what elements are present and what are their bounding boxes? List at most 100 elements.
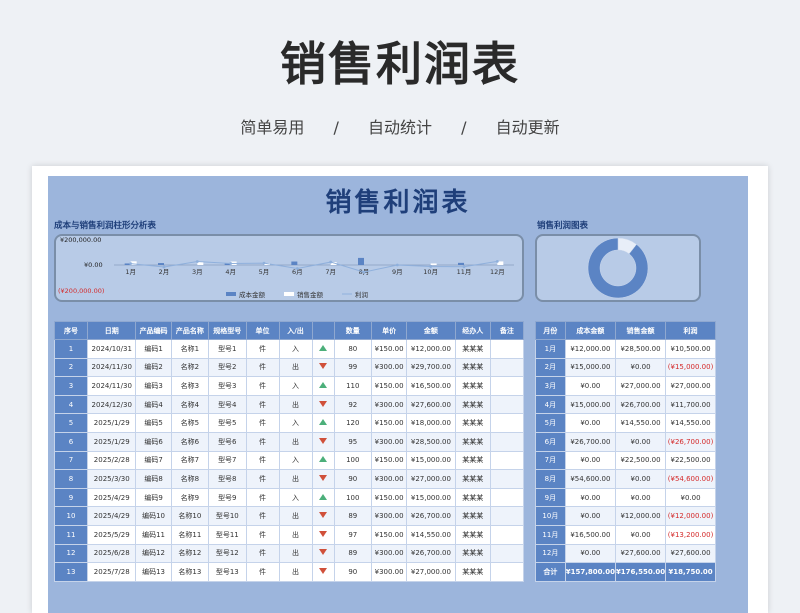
profit-line [130,260,498,273]
table-row[interactable]: 8 2025/3/30 编码8 名称8 型号8 件出 90 ¥300.00 ¥27,000.00… [53,469,525,489]
note-cell [489,506,525,526]
name-cell: 名称12 [170,543,210,564]
column-header[interactable]: 经办人 [454,321,491,340]
column-header[interactable]: 产品编码 [135,321,172,340]
date-cell: 2025/6/28 [87,543,137,564]
column-header[interactable]: 单价 [370,321,408,340]
table-row[interactable]: 12月 ¥0.00 ¥27,600.00 ¥27,600.00 [535,543,716,564]
sales-cell: ¥0.00 [614,524,667,545]
column-header[interactable]: 数量 [333,321,372,340]
table-row[interactable]: 10 2025/4/29 编码10 名称10 型号10 件出 89 ¥300.00 ¥26,70… [53,506,525,526]
table-row[interactable]: 11 2025/5/29 编码11 名称11 型号11 件出 97 ¥150.00 ¥14,55… [53,524,525,545]
qty-cell: 89 [333,506,372,526]
column-header[interactable]: 金额 [406,321,456,340]
x-tick-label: 2月 [159,268,170,276]
table-row[interactable]: 4 2024/12/30 编码4 名称4 型号4 件出 92 ¥300.00 ¥27,600.0… [53,394,525,415]
bar-chart-panel[interactable]: ¥200,000.00 ¥0.00 (¥200,000.00) 1月 2月 3月 4月 5月 6… [54,234,524,302]
month-cell: 2月 [535,357,566,378]
table-row[interactable]: 8月 ¥54,600.00 ¥0.00 (¥54,600.00) [535,469,716,489]
price-cell: ¥300.00 [370,394,408,415]
table-row[interactable]: 9月 ¥0.00 ¥0.00 ¥0.00 [535,487,716,508]
triangle-up-icon [319,344,328,351]
table-row[interactable]: 1 2024/10/31 编码1 名称1 型号1 件入 80 ¥150.00 ¥12,000.0… [53,339,525,359]
qty-cell: 120 [333,413,372,433]
table-row[interactable]: 13 2025/7/28 编码13 名称13 型号13 件出 90 ¥300.00 ¥27,00… [53,562,525,582]
io-cell: 出 [278,469,313,489]
table-row[interactable]: 2月 ¥15,000.00 ¥0.00 (¥15,000.00) [535,357,716,378]
qty-cell: 95 [333,431,372,452]
line-point[interactable] [462,265,466,269]
line-point[interactable] [129,262,133,266]
table-row[interactable]: 1月 ¥12,000.00 ¥28,500.00 ¥10,500.00 [535,339,716,359]
line-point[interactable] [429,265,433,268]
table-header-row: 序号 日期 产品编码 产品名称 规格型号 单位 入/出 数量 单价 金额 经办人 备注 [53,321,525,340]
column-header[interactable]: 月份 [535,321,566,340]
column-header[interactable]: 产品名称 [170,321,210,340]
table-row[interactable]: 12 2025/6/28 编码12 名称12 型号12 件出 89 ¥300.00 ¥26,70… [53,543,525,564]
table-row[interactable]: 10月 ¥0.00 ¥12,000.00 (¥12,000.00) [535,506,716,526]
line-point[interactable] [229,262,233,265]
name-cell: 名称13 [170,562,210,582]
line-point[interactable] [329,260,333,264]
line-point[interactable] [362,270,366,274]
line-point[interactable] [262,261,266,265]
table-row[interactable]: 4月 ¥15,000.00 ¥26,700.00 ¥11,700.00 [535,394,716,415]
column-header[interactable]: 入/出 [278,321,313,340]
date-cell: 2025/4/29 [87,506,137,526]
column-header[interactable] [311,321,335,340]
column-header[interactable]: 销售金额 [614,321,667,340]
column-header[interactable]: 规格型号 [208,321,247,340]
monthly-summary-table: 月份 成本金额 销售金额 利润 1月 ¥12,000.00 ¥28,500.00 ¥10,5… [535,321,716,582]
column-header[interactable]: 序号 [53,321,89,340]
bar[interactable] [291,261,298,265]
code-cell: 编码1 [135,339,172,359]
qty-cell: 110 [333,376,372,396]
bar[interactable] [458,262,464,265]
price-cell: ¥150.00 [370,524,408,545]
sales-cell: ¥0.00 [614,487,667,508]
table-row[interactable]: 2 2024/11/30 编码2 名称2 型号2 件出 99 ¥300.00 ¥29,700.0… [53,357,525,378]
line-point[interactable] [495,260,499,263]
hero-title: 销售利润表 [280,37,520,91]
total-label: 合计 [535,562,566,582]
table-row[interactable]: 9 2025/4/29 编码9 名称9 型号9 件入 100 ¥150.00 ¥15,000.0… [53,487,525,508]
table-row[interactable]: 6月 ¥26,700.00 ¥0.00 (¥26,700.00) [535,431,716,452]
qty-cell: 80 [333,339,372,359]
column-header[interactable]: 日期 [87,321,137,340]
unit-cell: 件 [245,469,280,489]
bar[interactable] [430,263,437,265]
pie-chart-panel[interactable] [535,234,701,302]
table-row[interactable]: 3月 ¥0.00 ¥27,000.00 ¥27,000.00 [535,376,716,396]
date-cell: 2024/10/31 [87,339,137,359]
table-row[interactable]: 5 2025/1/29 编码5 名称5 型号5 件入 120 ¥150.00 ¥18,000.0… [53,413,525,433]
price-cell: ¥300.00 [370,431,408,452]
table-row[interactable]: 7月 ¥0.00 ¥22,500.00 ¥22,500.00 [535,450,716,471]
amount-cell: ¥27,000.00 [406,562,456,582]
month-cell: 12月 [535,543,566,564]
month-cell: 5月 [535,413,566,433]
donut-slice[interactable] [587,237,649,299]
column-header[interactable]: 备注 [489,321,525,340]
bar[interactable] [158,263,164,265]
month-cell: 7月 [535,450,566,471]
table-row[interactable]: 5月 ¥0.00 ¥14,550.00 ¥14,550.00 [535,413,716,433]
table-row[interactable]: 11月 ¥16,500.00 ¥0.00 (¥13,200.00) [535,524,716,545]
table-row[interactable]: 3 2024/11/30 编码3 名称3 型号3 件入 110 ¥150.00 ¥16,500.… [53,376,525,396]
column-header[interactable]: 利润 [665,321,716,340]
triangle-up-icon [319,381,328,388]
column-header[interactable]: 成本金额 [564,321,616,340]
table-row[interactable]: 6 2025/1/29 编码6 名称6 型号6 件出 95 ¥300.00 ¥28,500.00… [53,431,525,452]
line-point[interactable] [195,260,199,263]
direction-cell [311,339,335,359]
line-point[interactable] [295,267,299,270]
line-point[interactable] [162,265,166,269]
amount-cell: ¥12,000.00 [406,339,456,359]
note-cell [489,376,525,396]
table-row[interactable]: 7 2025/2/28 编码7 名称7 型号7 件入 100 ¥150.00 ¥15,000.0… [53,450,525,471]
x-tick-label: 4月 [225,268,236,276]
column-header[interactable]: 单位 [245,321,280,340]
bar[interactable] [358,257,364,265]
amount-cell: ¥15,000.00 [406,487,456,508]
profit-cell: ¥10,500.00 [665,339,716,359]
line-point[interactable] [395,263,399,267]
